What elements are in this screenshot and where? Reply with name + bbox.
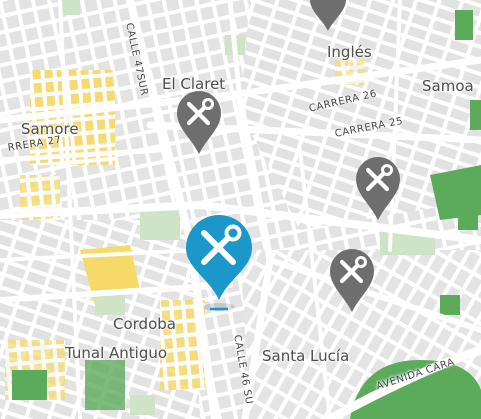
place-label-samoa: Samoa (422, 77, 474, 95)
place-label-tunal-antiguo: Tunal Antiguo (65, 344, 168, 362)
place-label-ingles: Inglés (327, 43, 372, 61)
place-label-cordoba: Cordoba (113, 315, 176, 333)
place-label-santa-lucia: Santa Lucía (262, 347, 350, 365)
map-view[interactable]: Inglés Samoa El Claret Samore Cordoba Tu… (0, 0, 481, 419)
